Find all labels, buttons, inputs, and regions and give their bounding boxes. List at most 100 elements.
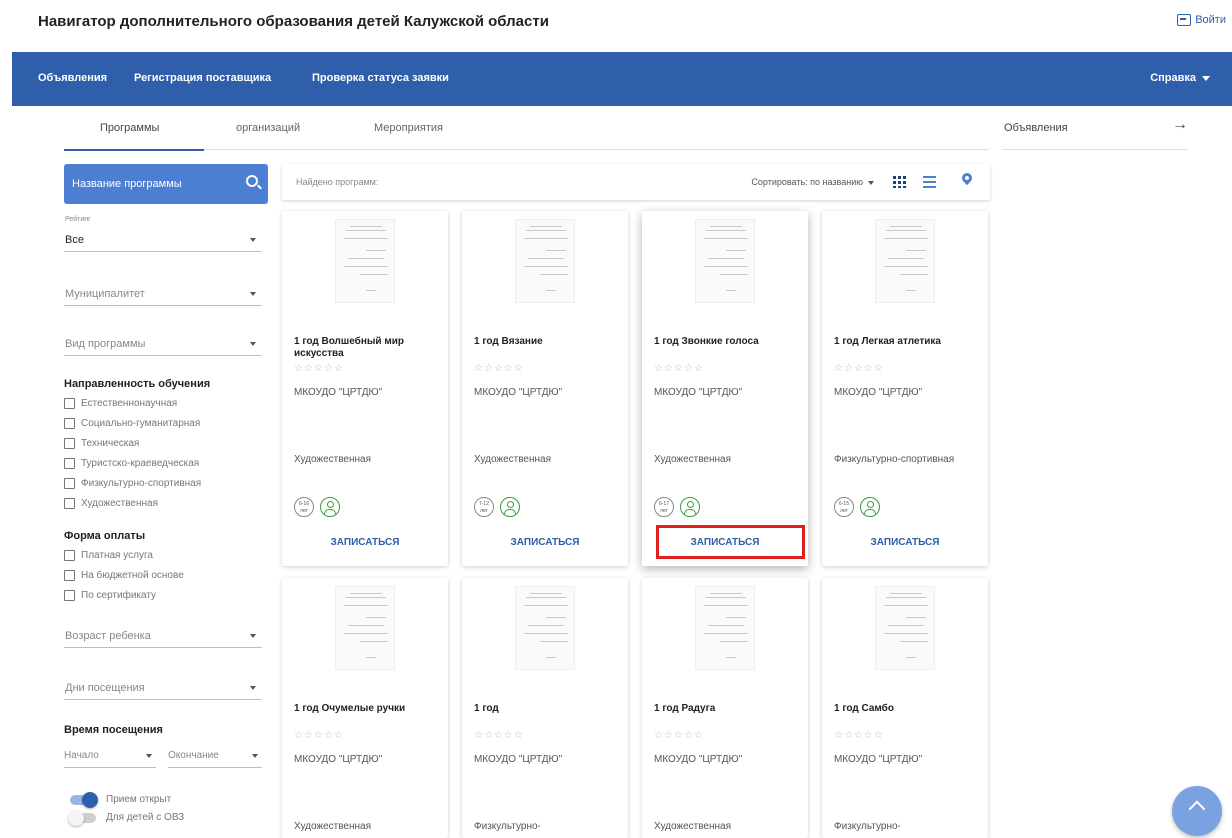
caret-down-icon [250,292,256,296]
direction-checkbox[interactable]: Естественнонаучная [64,398,177,409]
program-document-thumbnail[interactable] [875,219,935,303]
rating-select[interactable]: Рейтинг Все [64,216,262,252]
program-document-thumbnail[interactable] [875,586,935,670]
organization-name: МКОУДО "ЦРТДЮ" [474,754,563,765]
caret-down-icon [250,686,256,690]
checkbox[interactable] [64,590,75,601]
catalog-tabs: Программы организаций Мероприятия [64,112,989,151]
rating-stars: ☆☆☆☆☆ [474,363,524,374]
search-input[interactable]: Название программы [72,178,182,190]
program-document-thumbnail[interactable] [695,586,755,670]
person-icon [860,497,880,517]
program-card[interactable]: 1 год Вязание ☆☆☆☆☆ МКОУДО "ЦРТДЮ" Художест… [462,211,628,566]
direction-checkbox[interactable]: Физкультурно-спортивная [64,478,201,489]
direction-checkbox[interactable]: Художественная [64,498,158,509]
program-document-thumbnail[interactable] [335,586,395,670]
time-end-select[interactable]: Окончание [168,742,262,768]
program-document-thumbnail[interactable] [335,219,395,303]
program-card[interactable]: 1 год Волшебный мир искусства ☆☆☆☆☆ МКОУДО… [282,211,448,566]
disabilities-toggle[interactable]: Для детей с ОВЗ [68,809,184,826]
rating-stars: ☆☆☆☆☆ [834,730,884,741]
program-title[interactable]: 1 год Очумелые ручки [294,703,439,715]
checkbox-label: Социально-гуманитарная [81,418,201,429]
sort-select[interactable]: Сортировать: по названию [751,177,874,187]
grid-view-icon[interactable] [893,176,906,188]
checkbox-label: Естественнонаучная [81,398,178,409]
program-title[interactable]: 1 год Самбо [834,703,979,715]
checkbox[interactable] [64,550,75,561]
program-document-thumbnail[interactable] [695,219,755,303]
program-card[interactable]: 1 год Легкая атлетика ☆☆☆☆☆ МКОУДО "ЦРТДЮ"… [822,211,988,566]
highlight-box [656,525,805,559]
search-icon[interactable] [246,175,258,187]
program-title[interactable]: 1 год Вязание [474,336,619,348]
program-type-select[interactable]: Вид программы [64,328,262,356]
tab-events[interactable]: Мероприятия [374,122,443,134]
program-title[interactable]: 1 год Радуга [654,703,799,715]
program-title[interactable]: 1 год [474,703,619,715]
program-name-search[interactable]: Название программы [64,164,268,204]
caret-down-icon [250,634,256,638]
toggle-knob [82,791,98,808]
program-type-placeholder: Вид программы [65,338,146,350]
child-age-select[interactable]: Возраст ребенка [64,620,262,648]
direction-checkbox[interactable]: Техническая [64,438,139,449]
login-button[interactable]: Войти [1177,14,1226,26]
nav-item-application-status[interactable]: Проверка статуса заявки [312,72,449,84]
site-title: Навигатор дополнительного образования де… [38,13,549,30]
program-card[interactable]: 1 год Самбо ☆☆☆☆☆ МКОУДО "ЦРТДЮ" Физкультур… [822,578,988,838]
help-menu[interactable]: Справка [1150,72,1210,84]
found-count-label: Найдено программ: [296,177,379,187]
rating-stars: ☆☆☆☆☆ [654,730,704,741]
caret-down-icon [250,342,256,346]
checkbox[interactable] [64,438,75,449]
checkbox[interactable] [64,570,75,581]
municipality-select[interactable]: Муниципалитет [64,278,262,306]
program-card[interactable]: 1 год ☆☆☆☆☆ МКОУДО "ЦРТДЮ" Физкультурно- [462,578,628,838]
map-pin-head [959,170,975,186]
toggle-switch[interactable] [68,809,96,826]
admission-open-toggle[interactable]: Прием открыт [70,791,172,808]
time-start-placeholder: Начало [64,750,99,761]
program-document-thumbnail[interactable] [515,586,575,670]
program-title[interactable]: 1 год Легкая атлетика [834,336,979,348]
tab-organizations[interactable]: организаций [236,122,300,134]
payment-title: Форма оплаты [64,530,146,542]
payment-checkbox[interactable]: Платная услуга [64,550,153,561]
help-label: Справка [1150,72,1196,84]
payment-checkbox[interactable]: На бюджетной основе [64,570,184,581]
list-view-icon[interactable] [923,176,936,188]
enroll-button[interactable]: ЗАПИСАТЬСЯ [822,537,988,548]
payment-checkbox[interactable]: По сертификату [64,590,156,601]
caret-down-icon [252,754,258,758]
toggle-label: Прием открыт [106,794,172,805]
checkbox[interactable] [64,498,75,509]
program-document-thumbnail[interactable] [515,219,575,303]
program-card[interactable]: 1 год Очумелые ручки ☆☆☆☆☆ МКОУДО "ЦРТДЮ" Х… [282,578,448,838]
checkbox[interactable] [64,398,75,409]
nav-item-provider-registration[interactable]: Регистрация поставщика [134,72,271,84]
visit-days-select[interactable]: Дни посещения [64,672,262,700]
program-card[interactable]: 1 год Радуга ☆☆☆☆☆ МКОУДО "ЦРТДЮ" Художеств… [642,578,808,838]
nav-item-announcements[interactable]: Объявления [38,72,107,84]
scroll-to-top-button[interactable] [1172,786,1222,836]
direction-checkbox[interactable]: Социально-гуманитарная [64,418,200,429]
enroll-button[interactable]: ЗАПИСАТЬСЯ [462,537,628,548]
map-pin-icon[interactable] [959,170,975,187]
checkbox-label: По сертификату [81,590,157,601]
organization-name: МКОУДО "ЦРТДЮ" [654,754,743,765]
toggle-switch[interactable] [70,791,98,808]
time-start-select[interactable]: Начало [64,742,156,768]
program-card[interactable]: 1 год Звонкие голоса ☆☆☆☆☆ МКОУДО "ЦРТДЮ" Х… [642,211,808,566]
program-direction: Художественная [294,454,372,465]
checkbox[interactable] [64,418,75,429]
enroll-button[interactable]: ЗАПИСАТЬСЯ [282,537,448,548]
direction-checkbox[interactable]: Туристско-краеведческая [64,458,199,469]
program-title[interactable]: 1 год Звонкие голоса [654,336,799,348]
tab-programs[interactable]: Программы [100,122,159,134]
program-title[interactable]: 1 год Волшебный мир искусства [294,336,439,360]
rating-stars: ☆☆☆☆☆ [294,730,344,741]
arrow-right-icon[interactable]: → [1172,116,1188,134]
checkbox[interactable] [64,478,75,489]
checkbox[interactable] [64,458,75,469]
